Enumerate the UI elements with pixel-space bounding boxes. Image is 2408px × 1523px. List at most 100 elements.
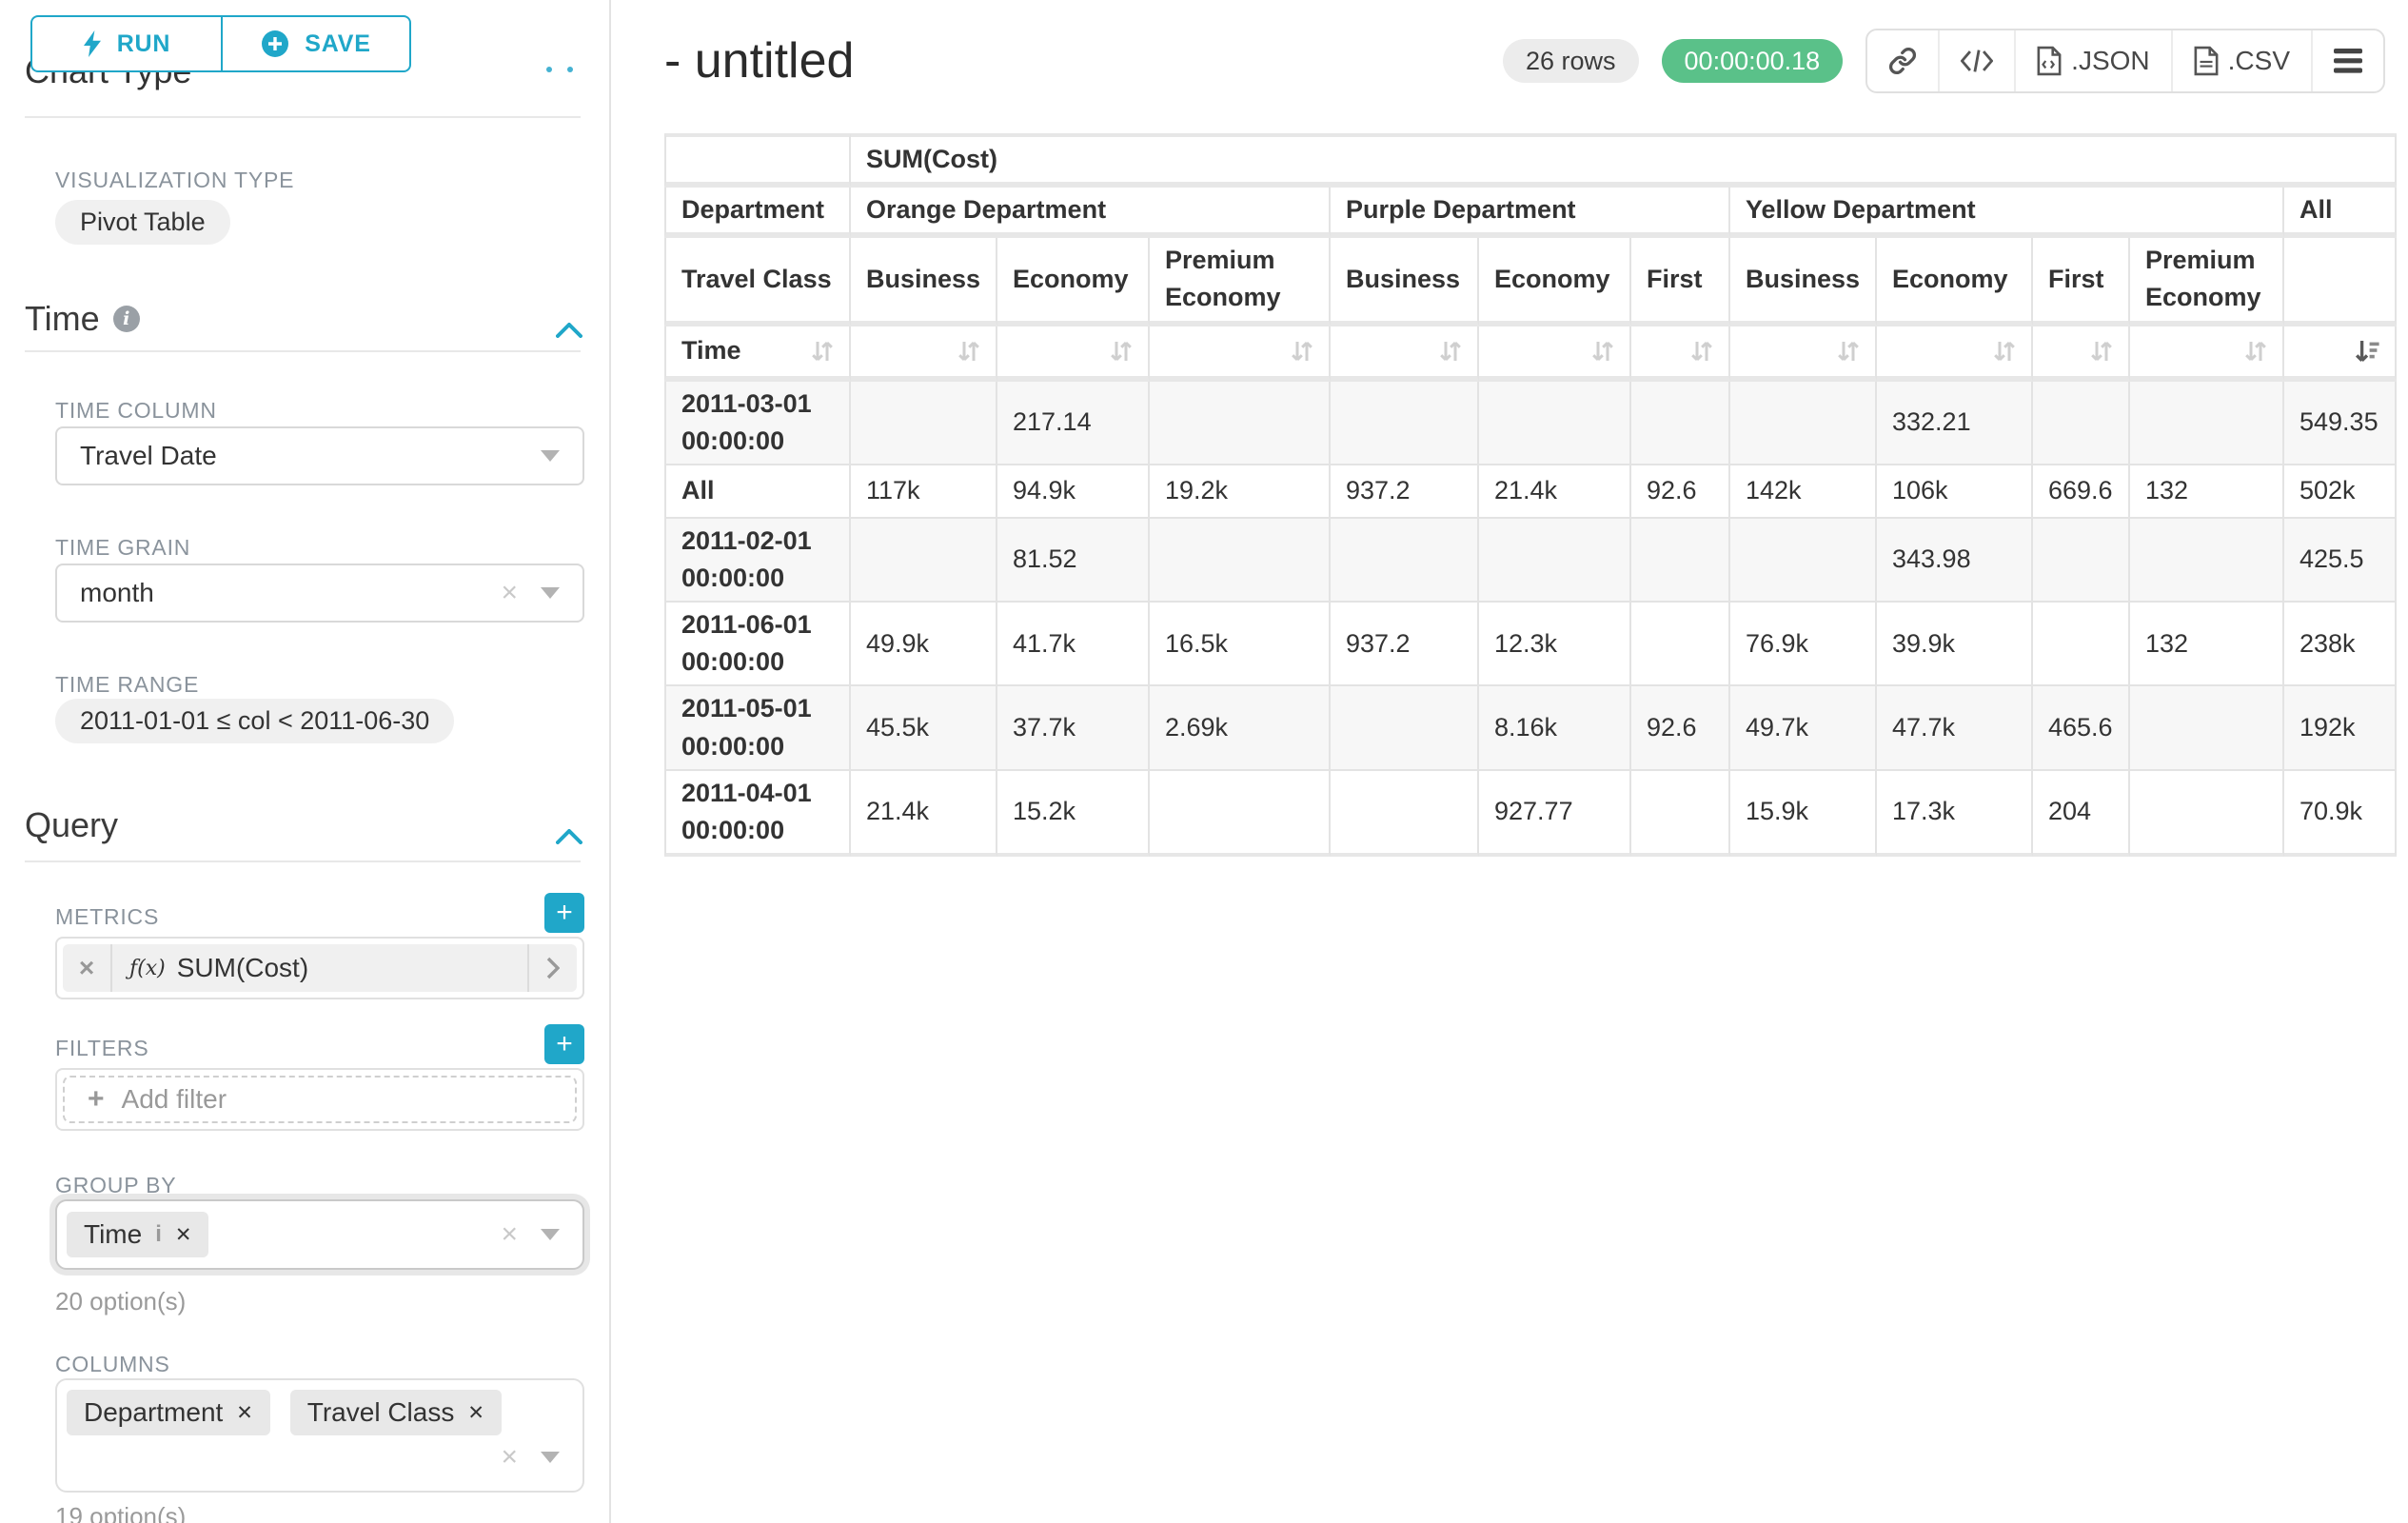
pivot-cell: 192k <box>2284 686 2397 770</box>
sort-icon[interactable] <box>1993 339 2016 364</box>
clear-icon[interactable]: × <box>501 1220 518 1249</box>
chevron-down-icon <box>541 450 560 462</box>
sort-icon[interactable] <box>1837 339 1860 364</box>
remove-tag-icon[interactable]: ✕ <box>175 1223 192 1247</box>
clear-icon[interactable]: × <box>501 1443 518 1472</box>
lightning-icon <box>83 30 102 57</box>
sort-icon[interactable] <box>1291 339 1313 364</box>
group-by-tag[interactable]: Time i ✕ <box>67 1212 208 1257</box>
plus-circle-icon <box>261 30 289 58</box>
pivot-cell: 81.52 <box>997 519 1150 603</box>
time-grain-select[interactable]: month × <box>55 564 584 623</box>
save-button[interactable]: SAVE <box>221 15 411 72</box>
pivot-cell <box>2033 519 2130 603</box>
columns-tag[interactable]: Department ✕ <box>67 1390 270 1435</box>
visualization-type-label: VISUALIZATION TYPE <box>55 168 294 193</box>
sort-icon[interactable] <box>2090 339 2113 364</box>
sort-icon[interactable] <box>1439 339 1462 364</box>
pivot-cell: 502k <box>2284 465 2397 519</box>
info-icon: i <box>155 1221 162 1248</box>
add-filter-plus-button[interactable]: + <box>544 1024 584 1064</box>
columns-select[interactable]: Department ✕ Travel Class ✕ × <box>55 1378 584 1493</box>
sort-desc-active-icon[interactable] <box>2355 339 2379 364</box>
pivot-sort-cell <box>1150 326 1331 382</box>
pivot-cell: 17.3k <box>1877 771 2033 857</box>
pivot-col-group-header: Yellow Department <box>1730 188 2284 238</box>
pivot-cell: 92.6 <box>1631 686 1730 770</box>
pivot-cell: 41.7k <box>997 603 1150 686</box>
time-grain-label: TIME GRAIN <box>55 535 190 561</box>
pivot-col-header: Business <box>1331 238 1479 326</box>
pivot-cell: 19.2k <box>1150 465 1331 519</box>
columns-tag[interactable]: Travel Class ✕ <box>290 1390 502 1435</box>
group-by-label: GROUP BY <box>55 1173 176 1198</box>
pivot-col-header: Premium Economy <box>1150 238 1331 326</box>
pivot-cell: 94.9k <box>997 465 1150 519</box>
view-query-button[interactable] <box>1938 30 2014 91</box>
pivot-col-group-header: All <box>2284 188 2397 238</box>
pivot-cell: 332.21 <box>1877 382 2033 465</box>
metric-pill[interactable]: × ƒ(x) SUM(Cost) <box>63 944 577 992</box>
time-range-label: TIME RANGE <box>55 672 199 698</box>
collapse-chevron-icon[interactable] <box>556 817 582 852</box>
chevron-right-icon[interactable] <box>527 944 577 992</box>
pivot-cell <box>1730 519 1877 603</box>
export-csv-button[interactable]: .CSV <box>2171 30 2311 91</box>
pivot-cell: 45.5k <box>851 686 997 770</box>
columns-label: COLUMNS <box>55 1352 170 1377</box>
pivot-cell: 76.9k <box>1730 603 1877 686</box>
pivot-cell: 15.9k <box>1730 771 1877 857</box>
superset-explore-page: Chart Type RUN SAVE VISUALIZATION TYPE P… <box>0 0 2408 1523</box>
export-button-group: .JSON .CSV <box>1865 29 2385 93</box>
pivot-col-header: Economy <box>1479 238 1631 326</box>
time-section-header[interactable]: Time i <box>25 299 140 339</box>
sort-icon[interactable] <box>1591 339 1614 364</box>
pivot-cell <box>1631 603 1730 686</box>
sort-icon[interactable] <box>1110 339 1133 364</box>
sort-icon[interactable] <box>811 339 834 364</box>
metric-control: × ƒ(x) SUM(Cost) <box>55 937 584 999</box>
sort-icon[interactable] <box>957 339 980 364</box>
query-section-header[interactable]: Query <box>25 805 118 845</box>
pivot-cell <box>1479 519 1631 603</box>
pivot-cell: 204 <box>2033 771 2130 857</box>
remove-metric-icon[interactable]: × <box>63 944 112 992</box>
collapse-chevron-icon[interactable] <box>556 310 582 346</box>
run-button[interactable]: RUN <box>30 15 221 72</box>
sort-icon[interactable] <box>2244 339 2267 364</box>
code-icon <box>1961 49 1993 73</box>
time-column-select[interactable]: Travel Date <box>55 426 584 485</box>
pivot-cell <box>1150 519 1331 603</box>
remove-tag-icon[interactable]: ✕ <box>236 1401 253 1425</box>
sort-icon[interactable] <box>1690 339 1713 364</box>
pivot-col-header: Premium Economy <box>2130 238 2284 326</box>
chart-title[interactable]: - untitled <box>664 32 854 89</box>
menu-button[interactable] <box>2311 30 2383 91</box>
plus-icon: + <box>88 1083 105 1116</box>
metric-name: SUM(Cost) <box>177 953 308 983</box>
pivot-sort-cell <box>1877 326 2033 382</box>
pivot-cell: 21.4k <box>1479 465 1631 519</box>
pivot-cell: 132 <box>2130 603 2284 686</box>
export-json-button[interactable]: .JSON <box>2014 30 2170 91</box>
table-row: 2011-06-01 00:00:0049.9k41.7k16.5k937.21… <box>664 603 2397 686</box>
remove-tag-icon[interactable]: ✕ <box>467 1401 484 1425</box>
pivot-row-label: 2011-04-01 00:00:00 <box>664 771 851 857</box>
clear-icon[interactable]: × <box>501 579 518 607</box>
pivot-cell <box>1150 771 1331 857</box>
query-timer-badge: 00:00:00.18 <box>1662 39 1844 83</box>
group-by-select[interactable]: Time i ✕ × <box>55 1199 584 1270</box>
control-panel: Chart Type RUN SAVE VISUALIZATION TYPE P… <box>0 0 611 1523</box>
add-filter-button[interactable]: + Add filter <box>63 1076 577 1123</box>
pivot-cell: 37.7k <box>997 686 1150 770</box>
group-by-options-note: 20 option(s) <box>55 1287 186 1316</box>
pivot-cell: 425.5 <box>2284 519 2397 603</box>
time-column-label: TIME COLUMN <box>55 398 217 424</box>
add-metric-button[interactable]: + <box>544 893 584 933</box>
visualization-type-value[interactable]: Pivot Table <box>55 200 230 245</box>
pivot-cell <box>1631 771 1730 857</box>
pivot-cell: 12.3k <box>1479 603 1631 686</box>
pivot-cell: 70.9k <box>2284 771 2397 857</box>
share-link-button[interactable] <box>1867 30 1938 91</box>
time-range-value[interactable]: 2011-01-01 ≤ col < 2011-06-30 <box>55 699 454 743</box>
